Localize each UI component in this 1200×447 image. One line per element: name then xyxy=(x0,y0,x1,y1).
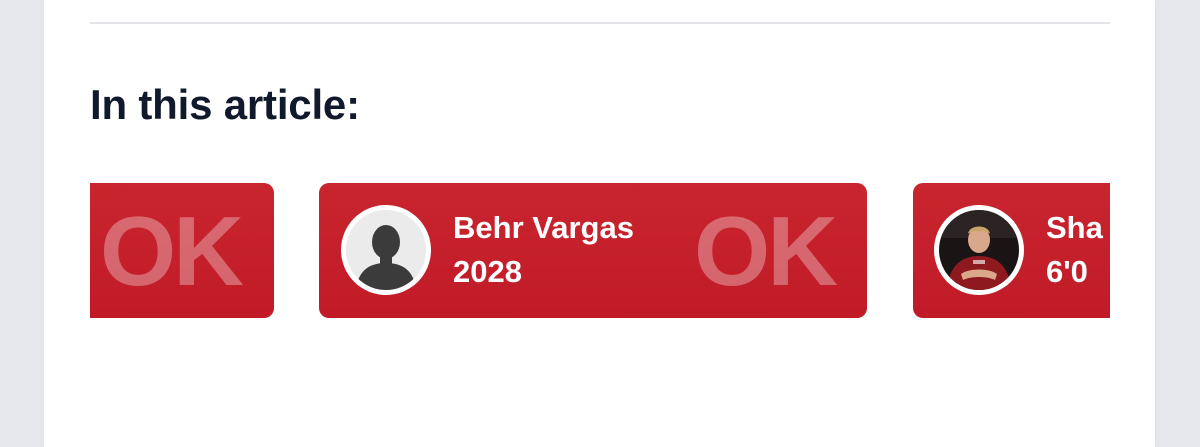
player-class-year: 2028 xyxy=(453,254,522,289)
player-card-2[interactable]: OK Behr Vargas 2028 xyxy=(319,183,867,318)
player-name: Sha xyxy=(1046,210,1103,245)
team-watermark: OK xyxy=(100,196,244,306)
section-divider xyxy=(90,22,1110,24)
player-height: 6'0 xyxy=(1046,254,1088,289)
player-photo-icon xyxy=(939,210,1019,290)
team-watermark: OK xyxy=(694,196,838,306)
player-name: Behr Vargas xyxy=(453,210,634,245)
player-card-1[interactable]: OK xyxy=(90,183,274,318)
player-card-3[interactable]: Sha 6'0 xyxy=(913,183,1110,318)
in-this-article-heading: In this article: xyxy=(90,81,360,128)
player-avatar xyxy=(934,205,1024,295)
default-silhouette-icon xyxy=(346,210,426,290)
player-avatar xyxy=(341,205,431,295)
player-carousel[interactable]: OK OK Behr Vargas 2028 Sha 6'0 xyxy=(90,183,1110,318)
